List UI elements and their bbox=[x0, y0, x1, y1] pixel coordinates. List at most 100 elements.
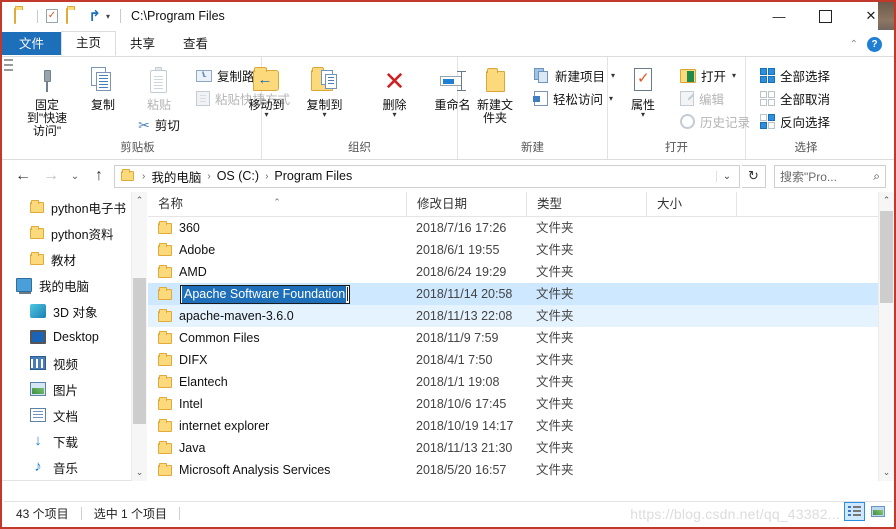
edit-button[interactable]: 编辑 bbox=[676, 88, 754, 109]
chevron-down-icon[interactable]: ▾ bbox=[392, 111, 396, 119]
address-dropdown-icon[interactable]: ⌄ bbox=[716, 170, 737, 182]
breadcrumb-separator-icon: › bbox=[142, 170, 146, 182]
sidebar-item-music[interactable]: ♪ 音乐 bbox=[2, 454, 147, 480]
sidebar-item-python-materials[interactable]: python资料 bbox=[2, 220, 147, 246]
collapse-ribbon-icon[interactable]: ⌃ bbox=[850, 39, 858, 50]
back-button[interactable]: ← bbox=[10, 163, 36, 189]
breadcrumb[interactable]: › 我的电脑 › OS (C:) › Program Files ⌄ bbox=[114, 164, 740, 188]
column-header-type[interactable]: 类型 bbox=[526, 192, 646, 217]
sidebar-item-desktop[interactable]: Desktop bbox=[2, 324, 147, 350]
cell-name: Apache Software Foundation bbox=[148, 283, 406, 305]
breadcrumb-item-program-files[interactable]: Program Files bbox=[272, 169, 354, 183]
chevron-down-icon[interactable]: ▾ bbox=[732, 71, 736, 80]
copy-to-button[interactable]: 复制到 ▾ bbox=[298, 61, 352, 119]
refresh-button[interactable]: ↻ bbox=[742, 164, 766, 188]
minimize-button[interactable]: — bbox=[756, 2, 802, 30]
table-row[interactable]: Common Files 2018/11/9 7:59 文件夹 bbox=[148, 327, 894, 349]
move-to-button[interactable]: ← 移动到 ▾ bbox=[240, 61, 294, 119]
details-view-button[interactable] bbox=[844, 502, 865, 521]
column-header-date[interactable]: 修改日期 bbox=[406, 192, 526, 217]
column-label: 类型 bbox=[537, 196, 563, 211]
table-row[interactable]: Microsoft Analysis Services 2018/5/20 16… bbox=[148, 459, 894, 481]
rename-input[interactable]: Apache Software Foundation bbox=[180, 284, 351, 304]
table-row[interactable]: Elantech 2018/1/1 19:08 文件夹 bbox=[148, 371, 894, 393]
pin-to-quick-access-button[interactable]: 固定到"快速访问" bbox=[20, 61, 74, 138]
chevron-down-icon[interactable]: ▾ bbox=[106, 12, 110, 21]
watermark: https://blog.csdn.net/qq_43382... bbox=[630, 506, 840, 522]
chevron-down-icon[interactable]: ▾ bbox=[322, 111, 326, 119]
sidebar-item-os-c[interactable]: OS (C:) bbox=[2, 480, 147, 481]
undo-icon[interactable]: ↰ bbox=[86, 8, 101, 25]
chevron-down-icon[interactable]: ▾ bbox=[264, 111, 268, 119]
chevron-down-icon[interactable]: ▾ bbox=[641, 111, 645, 119]
new-folder-button[interactable]: 新建文件夹 bbox=[468, 61, 522, 125]
cell-size bbox=[646, 305, 736, 327]
sidebar-item-downloads[interactable]: ↓ 下载 bbox=[2, 428, 147, 454]
scrollbar-thumb[interactable] bbox=[880, 211, 893, 303]
sidebar-item-label: 3D 对象 bbox=[53, 305, 98, 320]
cell-type: 文件夹 bbox=[536, 441, 574, 455]
sidebar-item-python-ebooks[interactable]: python电子书 bbox=[2, 194, 147, 220]
recent-locations-button[interactable]: ⌄ bbox=[66, 163, 84, 189]
up-button[interactable]: ↑ bbox=[86, 163, 112, 189]
scroll-up-icon[interactable]: ⌃ bbox=[132, 192, 147, 209]
sort-ascending-icon: ⌃ bbox=[273, 196, 281, 207]
search-input[interactable]: 搜索"Pro... ⌕ bbox=[774, 164, 886, 188]
table-row[interactable]: Adobe 2018/6/1 19:55 文件夹 bbox=[148, 239, 894, 261]
table-row[interactable]: apache-maven-3.6.0 2018/11/13 22:08 文件夹 bbox=[148, 305, 894, 327]
sidebar-item-textbooks[interactable]: 教材 bbox=[2, 246, 147, 272]
cut-button[interactable]: ✂ 剪切 bbox=[134, 114, 184, 135]
column-header-size[interactable]: 大小 bbox=[646, 192, 736, 217]
cell-type: 文件夹 bbox=[536, 287, 574, 301]
folder-icon[interactable] bbox=[14, 7, 29, 24]
forward-button[interactable]: → bbox=[38, 163, 64, 189]
invert-selection-button[interactable]: 反向选择 bbox=[756, 111, 834, 132]
table-row[interactable]: Java 2018/11/13 21:30 文件夹 bbox=[148, 437, 894, 459]
history-icon bbox=[680, 114, 695, 129]
table-row[interactable]: internet explorer 2018/10/19 14:17 文件夹 bbox=[148, 415, 894, 437]
delete-button[interactable]: ✕ 删除 ▾ bbox=[368, 61, 422, 119]
properties-button[interactable]: ✓ 属性 ▾ bbox=[616, 61, 670, 119]
table-row[interactable]: DIFX 2018/4/1 7:50 文件夹 bbox=[148, 349, 894, 371]
table-row-renaming[interactable]: Apache Software Foundation 2018/11/14 20… bbox=[148, 283, 894, 305]
paste-button[interactable]: 粘贴 bbox=[132, 61, 186, 112]
status-bar: 43 个项目 选中 1 个项目 https://blog.csdn.net/qq… bbox=[4, 501, 892, 525]
cell-date: 2018/1/1 19:08 bbox=[416, 375, 500, 389]
scroll-up-icon[interactable]: ⌃ bbox=[879, 192, 894, 209]
file-list-scrollbar[interactable]: ⌃ ⌄ bbox=[878, 192, 894, 481]
nav-pane-scrollbar[interactable]: ⌃ ⌄ bbox=[131, 192, 147, 481]
table-row[interactable]: Intel 2018/10/6 17:45 文件夹 bbox=[148, 393, 894, 415]
select-none-button[interactable]: 全部取消 bbox=[756, 88, 834, 109]
sidebar-item-documents[interactable]: 文档 bbox=[2, 402, 147, 428]
tab-share[interactable]: 共享 bbox=[116, 32, 169, 56]
maximize-button[interactable] bbox=[802, 2, 848, 30]
sidebar-item-label: 教材 bbox=[51, 253, 77, 268]
sidebar-item-pictures[interactable]: 图片 bbox=[2, 376, 147, 402]
open-button[interactable]: 打开 ▾ bbox=[676, 65, 754, 86]
copy-button[interactable]: 复制 bbox=[76, 61, 130, 112]
scrollbar-thumb[interactable] bbox=[133, 278, 146, 424]
icons-view-button[interactable] bbox=[867, 502, 888, 521]
tab-file[interactable]: 文件 bbox=[2, 32, 62, 56]
sidebar-item-3d-objects[interactable]: 3D 对象 bbox=[2, 298, 147, 324]
select-all-button[interactable]: 全部选择 bbox=[756, 65, 834, 86]
sidebar-item-this-pc[interactable]: 我的电脑 bbox=[2, 272, 147, 298]
scroll-down-icon[interactable]: ⌄ bbox=[132, 464, 147, 481]
easy-access-button[interactable]: 轻松访问 ▾ bbox=[530, 88, 619, 109]
breadcrumb-item-os-c[interactable]: OS (C:) bbox=[215, 169, 261, 183]
sidebar-item-videos[interactable]: 视频 bbox=[2, 350, 147, 376]
new-folder-icon[interactable] bbox=[66, 7, 81, 24]
help-icon[interactable]: ? bbox=[867, 37, 882, 52]
column-header-name[interactable]: ⌃ 名称 bbox=[148, 192, 406, 217]
new-item-button[interactable]: 新建项目 ▾ bbox=[530, 65, 619, 86]
history-button[interactable]: 历史记录 bbox=[676, 111, 754, 132]
tab-view[interactable]: 查看 bbox=[169, 32, 222, 56]
table-row[interactable]: AMD 2018/6/24 19:29 文件夹 bbox=[148, 261, 894, 283]
tab-home[interactable]: 主页 bbox=[61, 31, 117, 56]
properties-icon[interactable]: ✓ bbox=[46, 8, 61, 24]
table-row[interactable]: 360 2018/7/16 17:26 文件夹 bbox=[148, 217, 894, 239]
breadcrumb-item-this-pc[interactable]: 我的电脑 bbox=[149, 167, 203, 186]
copy-to-icon bbox=[310, 67, 340, 95]
navigation-tree: python电子书 python资料 教材 我的电脑 3D 对象 Desktop… bbox=[2, 192, 147, 481]
scroll-down-icon[interactable]: ⌄ bbox=[879, 464, 894, 481]
